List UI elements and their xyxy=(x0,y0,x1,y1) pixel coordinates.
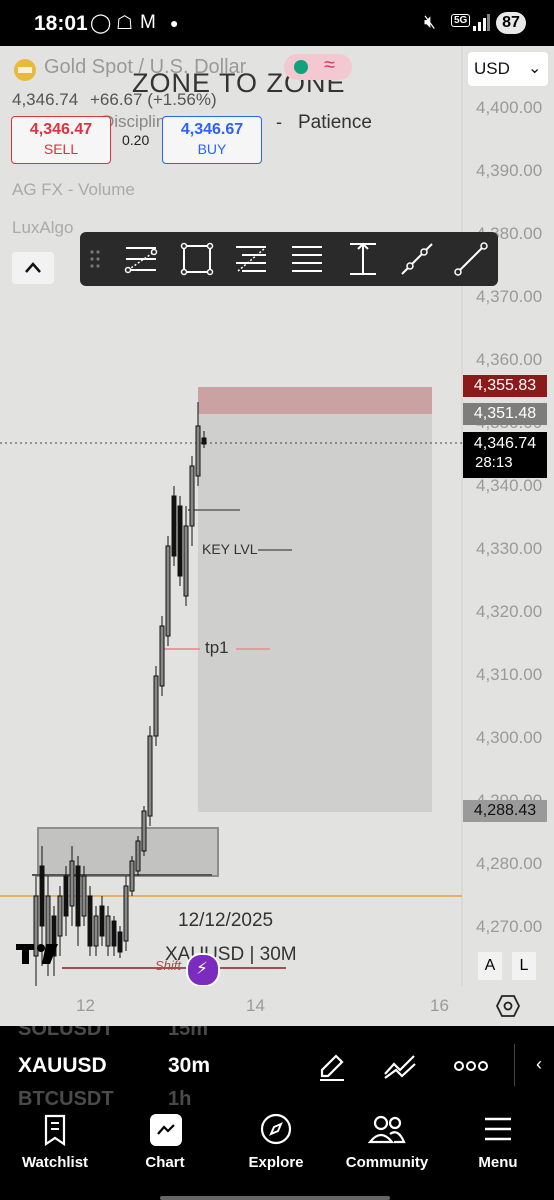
tp1-label: tp1 xyxy=(205,638,229,657)
more-options-icon[interactable] xyxy=(454,1060,488,1072)
nav-label: Watchlist xyxy=(21,1154,89,1171)
nav-menu[interactable]: Menu xyxy=(443,1106,553,1200)
entry-price-label: 4,351.48 xyxy=(463,403,547,425)
buy-button[interactable]: 4,346.67 BUY xyxy=(162,116,262,164)
gold-symbol-icon xyxy=(14,59,36,81)
pitchfork-tool-icon[interactable] xyxy=(122,240,160,278)
indicators-icon[interactable] xyxy=(382,1050,418,1082)
time-tick: 14 xyxy=(246,996,265,1015)
nav-chart[interactable]: Chart xyxy=(110,1106,220,1200)
price-change: +66.67 (+1.56%) xyxy=(90,90,217,109)
collapse-legend-button[interactable] xyxy=(12,252,54,284)
lightning-icon: ⚡︎ xyxy=(196,959,208,978)
market-open-icon xyxy=(294,60,308,74)
drawing-toolbar[interactable] xyxy=(80,232,498,286)
tradingview-logo-icon xyxy=(16,944,58,964)
nav-explore[interactable]: Explore xyxy=(221,1106,331,1200)
notification-dot-icon: ● xyxy=(170,15,179,31)
gmail-icon: M xyxy=(140,12,156,33)
mute-icon: 🔇︎ xyxy=(424,12,436,33)
chevron-down-icon: ⌄ xyxy=(528,60,542,77)
time-tick: 12 xyxy=(76,996,95,1015)
wave-icon: ≈ xyxy=(324,54,335,76)
nav-watchlist[interactable]: Watchlist xyxy=(0,1106,110,1200)
subtext-left: Disciplin xyxy=(102,112,166,131)
last-price: 4,346.74 xyxy=(12,90,79,109)
sell-label: SELL xyxy=(43,141,79,157)
toolbar-divider xyxy=(514,1044,515,1086)
subtext-right: Patience xyxy=(298,112,372,133)
demand-zone xyxy=(37,827,219,877)
indicator-label-1[interactable]: AG FX - Volume xyxy=(12,180,135,200)
lightning-button[interactable]: ⚡︎ xyxy=(186,953,220,986)
horizontal-lines-tool-icon[interactable] xyxy=(288,240,326,278)
status-time: 18:01 xyxy=(34,12,88,35)
network-type-badge: 5G xyxy=(451,14,471,27)
home-indicator xyxy=(160,1196,390,1200)
chart-settings-icon[interactable] xyxy=(496,994,520,1018)
chart-area[interactable]: 4,400.00 4,390.00 4,380.00 4,370.00 4,36… xyxy=(0,46,554,986)
candlestick-series xyxy=(33,402,207,986)
currency-value: USD xyxy=(474,59,510,78)
nav-label: Community xyxy=(345,1154,429,1171)
trend-angle-tool-icon[interactable] xyxy=(398,240,436,278)
buy-price: 4,346.67 xyxy=(180,121,244,138)
bottom-navigation[interactable]: Watchlist Chart Explore Community Menu xyxy=(0,1106,554,1200)
watchlist-symbol[interactable]: BTCUSDT xyxy=(18,1088,114,1106)
nav-community[interactable]: Community xyxy=(332,1106,442,1200)
price-range-tool-icon[interactable] xyxy=(344,240,382,278)
current-price-label: 4,346.74 28:13 xyxy=(463,432,547,478)
symbol-watermark: XAUUSD | 30M xyxy=(165,944,297,965)
candle-countdown: 28:13 xyxy=(475,454,513,471)
stop-loss-zone xyxy=(198,387,432,414)
rectangle-tool-icon[interactable] xyxy=(178,240,216,278)
whatsapp-icon: ◯ xyxy=(90,13,112,34)
snapchat-icon: ☖ xyxy=(116,13,134,34)
time-tick: 16 xyxy=(430,996,449,1015)
subtext-dash: - xyxy=(276,112,282,132)
active-timeframe[interactable]: 30m xyxy=(168,1054,210,1078)
chevron-up-icon xyxy=(25,262,41,273)
fib-retracement-tool-icon[interactable] xyxy=(232,240,270,278)
indicator-label-2[interactable]: LuxAlgo xyxy=(12,218,73,238)
time-axis[interactable]: 12 14 16 xyxy=(0,986,554,1026)
community-icon xyxy=(368,1115,406,1144)
stop-loss-price-label: 4,355.83 xyxy=(463,375,547,397)
current-price-value: 4,346.74 xyxy=(473,435,537,452)
active-symbol[interactable]: XAUUSD xyxy=(18,1054,107,1078)
watchlist-timeframe[interactable]: 15m xyxy=(168,1026,208,1041)
battery-indicator: 87 xyxy=(496,12,526,34)
symbol-bar[interactable]: SOLUSDT 15m XAUUSD 30m BTCUSDT 1h ‹ xyxy=(0,1026,554,1106)
hamburger-menu-icon xyxy=(485,1117,511,1141)
watchlist-timeframe[interactable]: 1h xyxy=(168,1088,191,1106)
status-bar: 18:01 ◯ ☖ M ● 🔇︎ 5G 87 xyxy=(0,0,554,46)
spread-value: 0.20 xyxy=(122,132,150,148)
target-price-label: 4,288.43 xyxy=(463,800,547,822)
chart-nav-icon xyxy=(150,1114,182,1146)
signal-icon xyxy=(473,14,490,31)
currency-select[interactable]: USD ⌄ xyxy=(468,52,548,86)
target-zone xyxy=(198,414,432,812)
date-watermark: 12/12/2025 xyxy=(178,910,274,931)
auto-scale-button[interactable]: A xyxy=(478,952,502,980)
drag-handle-icon[interactable] xyxy=(88,248,102,270)
key-level-label: KEY LVL xyxy=(202,541,258,557)
watchlist-icon xyxy=(44,1114,66,1146)
watchlist-symbol[interactable]: SOLUSDT xyxy=(18,1026,114,1041)
compass-icon xyxy=(260,1113,292,1145)
sell-button[interactable]: 4,346.47 SELL xyxy=(11,116,111,164)
chevron-left-icon[interactable]: ‹ xyxy=(536,1054,542,1075)
sell-price: 4,346.47 xyxy=(29,121,93,138)
nav-label: Chart xyxy=(145,1154,185,1171)
pencil-draw-icon[interactable] xyxy=(316,1050,348,1082)
market-status-pill[interactable]: ≈ xyxy=(284,54,352,80)
nav-label: Explore xyxy=(248,1154,304,1171)
buy-label: BUY xyxy=(197,141,227,157)
log-scale-button[interactable]: L xyxy=(512,952,536,980)
shift-label: Shift xyxy=(155,958,182,973)
nav-label: Menu xyxy=(478,1154,518,1171)
trend-line-tool-icon[interactable] xyxy=(452,240,490,278)
